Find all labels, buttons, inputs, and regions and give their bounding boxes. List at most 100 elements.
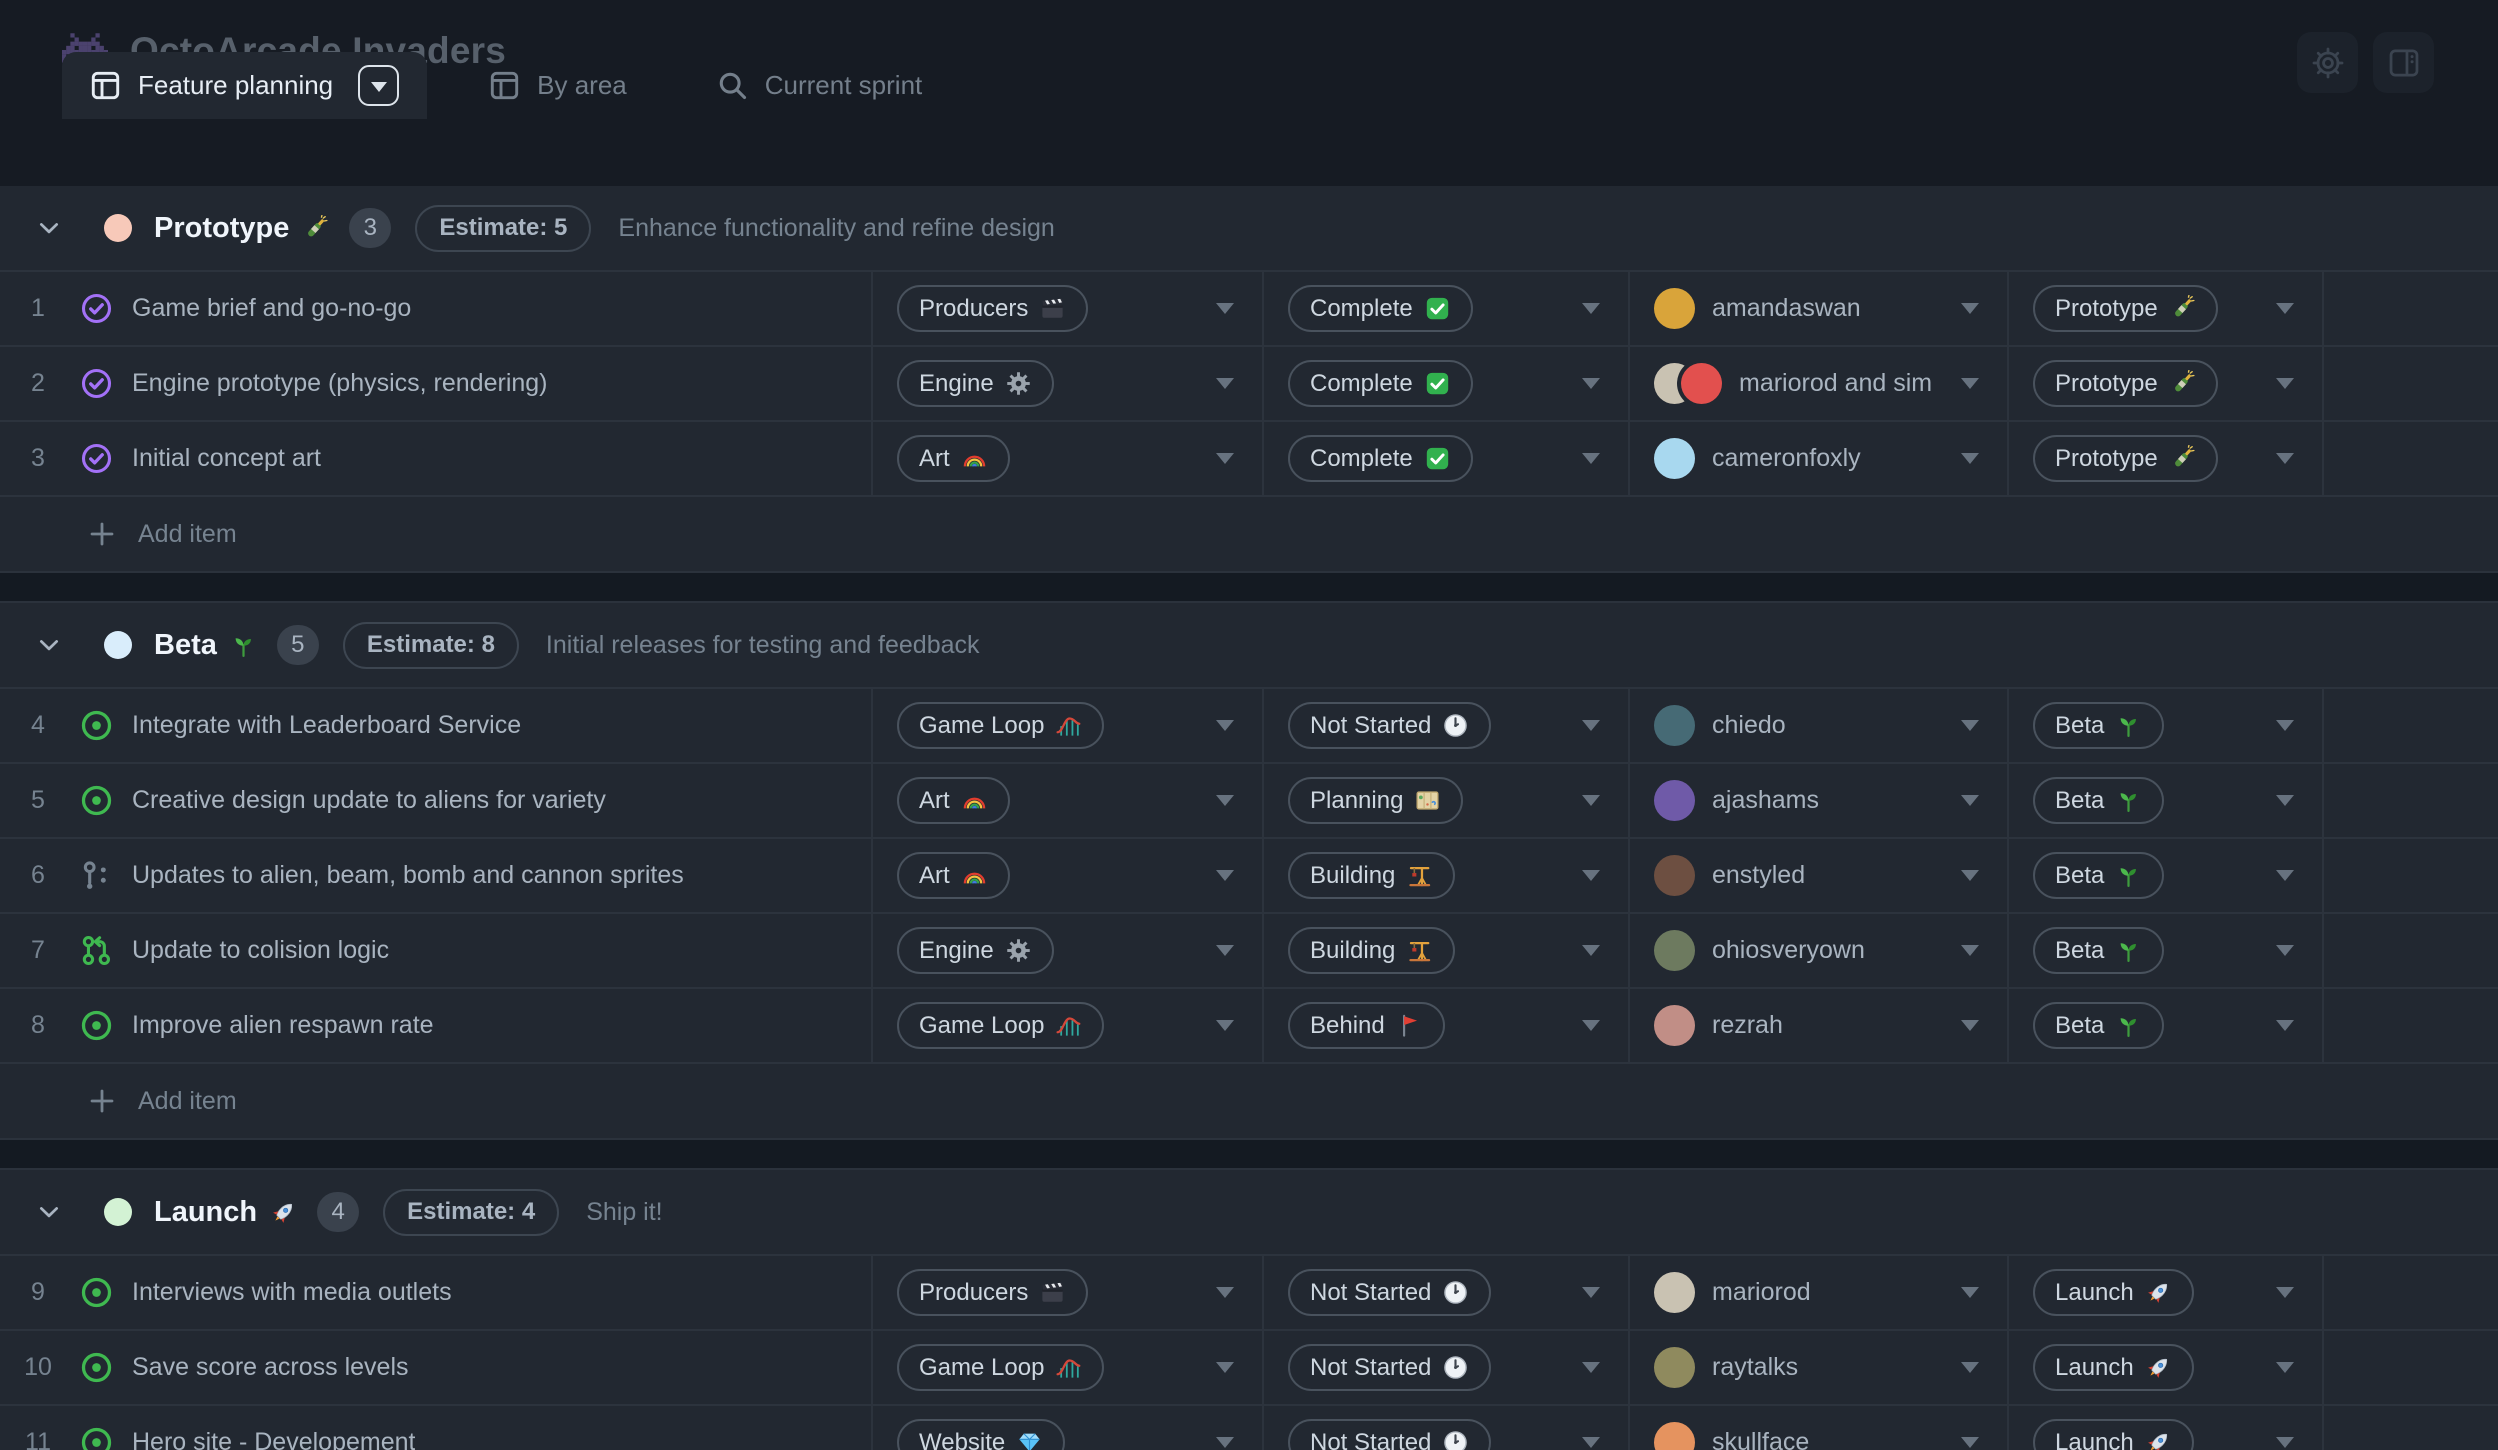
stage-cell[interactable]: Prototype (2009, 272, 2324, 345)
status-cell[interactable]: Not Started (1264, 1256, 1630, 1329)
label-cell[interactable]: Engine (873, 914, 1264, 987)
stage-pill: Beta (2033, 852, 2164, 899)
view-menu-button[interactable] (358, 65, 399, 106)
avatar-group (1654, 780, 1695, 821)
table-icon (489, 70, 520, 101)
status-text: Planning (1310, 787, 1403, 815)
status-cell[interactable]: Behind (1264, 989, 1630, 1062)
status-cell[interactable]: Building (1264, 914, 1630, 987)
avatar (1654, 1422, 1695, 1450)
item-title[interactable]: Engine prototype (physics, rendering) (132, 369, 548, 398)
label-cell[interactable]: Producers (873, 272, 1264, 345)
label-cell[interactable]: Art (873, 422, 1264, 495)
dropdown-caret-icon (2276, 795, 2294, 806)
assignee-cell[interactable]: raytalks (1630, 1331, 2009, 1404)
tab-by-area[interactable]: By area (461, 52, 655, 119)
collapse-group-button[interactable] (30, 215, 68, 241)
status-pill: Building (1288, 852, 1455, 899)
label-text: Art (919, 445, 950, 473)
dropdown-caret-icon (1961, 870, 1979, 881)
add-item-label: Add item (138, 520, 237, 549)
clapper-icon (1039, 1279, 1066, 1306)
stage-cell[interactable]: Launch (2009, 1331, 2324, 1404)
status-cell[interactable]: Planning (1264, 764, 1630, 837)
assignee-cell[interactable]: chiedo (1630, 689, 2009, 762)
title-cell: 8Improve alien respawn rate (0, 989, 873, 1062)
group-color-dot (104, 1198, 132, 1226)
item-title[interactable]: Update to colision logic (132, 936, 389, 965)
add-item-button[interactable]: Add item (0, 1064, 2498, 1138)
item-title[interactable]: Game brief and go-no-go (132, 294, 411, 323)
row-number: 7 (0, 936, 76, 965)
assignee-cell[interactable]: enstyled (1630, 839, 2009, 912)
assignee-cell[interactable]: cameronfoxly (1630, 422, 2009, 495)
status-cell[interactable]: Building (1264, 839, 1630, 912)
assignee-name: ajashams (1712, 786, 1819, 815)
item-title[interactable]: Interviews with media outlets (132, 1278, 452, 1307)
status-cell[interactable]: Complete (1264, 347, 1630, 420)
stage-cell[interactable]: Beta (2009, 764, 2324, 837)
settings-button[interactable] (2297, 32, 2358, 93)
group-description: Ship it! (586, 1198, 662, 1227)
item-title[interactable]: Updates to alien, beam, bomb and cannon … (132, 861, 684, 890)
stage-text: Beta (2055, 862, 2104, 890)
tab-feature-planning[interactable]: Feature planning (62, 52, 427, 119)
avatar-group (1654, 1422, 1695, 1450)
item-title[interactable]: Integrate with Leaderboard Service (132, 711, 521, 740)
stage-cell[interactable]: Prototype (2009, 347, 2324, 420)
search-icon (717, 70, 748, 101)
stage-cell[interactable]: Beta (2009, 839, 2324, 912)
label-cell[interactable]: Website (873, 1406, 1264, 1450)
stage-cell[interactable]: Launch (2009, 1256, 2324, 1329)
group-description: Enhance functionality and refine design (618, 214, 1054, 243)
collapse-group-button[interactable] (30, 632, 68, 658)
item-title[interactable]: Creative design update to aliens for var… (132, 786, 606, 815)
status-pill: Behind (1288, 1002, 1445, 1049)
dropdown-caret-icon (1961, 303, 1979, 314)
status-cell[interactable]: Not Started (1264, 1406, 1630, 1450)
status-cell[interactable]: Not Started (1264, 689, 1630, 762)
assignee-cell[interactable]: mariorod and sim (1630, 347, 2009, 420)
status-cell[interactable]: Complete (1264, 422, 1630, 495)
status-cell[interactable]: Not Started (1264, 1331, 1630, 1404)
title-cell: 3Initial concept art (0, 422, 873, 495)
tab-current-sprint[interactable]: Current sprint (689, 52, 951, 119)
label-text: Engine (919, 370, 994, 398)
add-item-button[interactable]: Add item (0, 497, 2498, 571)
assignee-name: ohiosveryown (1712, 936, 1865, 965)
assignee-cell[interactable]: ajashams (1630, 764, 2009, 837)
item-title[interactable]: Hero site - Developement (132, 1428, 415, 1450)
seedling-icon (2115, 937, 2142, 964)
stage-cell[interactable]: Beta (2009, 989, 2324, 1062)
status-cell[interactable]: Complete (1264, 272, 1630, 345)
avatar (1654, 438, 1695, 479)
stage-cell[interactable]: Beta (2009, 689, 2324, 762)
item-title[interactable]: Save score across levels (132, 1353, 409, 1382)
gear-emoji-icon (1005, 370, 1032, 397)
item-title[interactable]: Improve alien respawn rate (132, 1011, 434, 1040)
table-icon (90, 70, 121, 101)
collapse-group-button[interactable] (30, 1199, 68, 1225)
side-panel-button[interactable] (2373, 32, 2434, 93)
label-cell[interactable]: Engine (873, 347, 1264, 420)
assignee-cell[interactable]: skullface (1630, 1406, 2009, 1450)
stage-cell[interactable]: Launch (2009, 1406, 2324, 1450)
assignee-cell[interactable]: rezrah (1630, 989, 2009, 1062)
stage-cell[interactable]: Beta (2009, 914, 2324, 987)
assignee-cell[interactable]: mariorod (1630, 1256, 2009, 1329)
assignee-cell[interactable]: ohiosveryown (1630, 914, 2009, 987)
label-cell[interactable]: Game Loop (873, 1331, 1264, 1404)
dropdown-caret-icon (1216, 378, 1234, 389)
crane-icon (1406, 937, 1433, 964)
bottle-icon (2169, 295, 2196, 322)
table-row: 8Improve alien respawn rateGame Loop Behi… (0, 989, 2498, 1064)
label-cell[interactable]: Game Loop (873, 989, 1264, 1062)
item-title[interactable]: Initial concept art (132, 444, 321, 473)
stage-cell[interactable]: Prototype (2009, 422, 2324, 495)
label-cell[interactable]: Art (873, 839, 1264, 912)
label-cell[interactable]: Producers (873, 1256, 1264, 1329)
assignee-cell[interactable]: amandaswan (1630, 272, 2009, 345)
label-cell[interactable]: Art (873, 764, 1264, 837)
label-cell[interactable]: Game Loop (873, 689, 1264, 762)
stage-pill: Beta (2033, 927, 2164, 974)
